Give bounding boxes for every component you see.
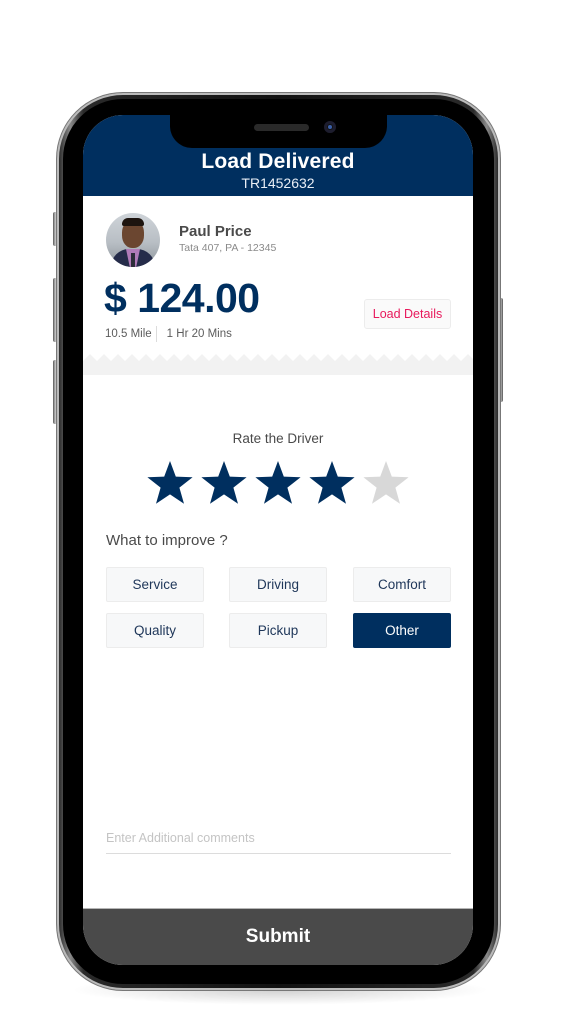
load-id: TR1452632 [241,175,315,191]
star-filled-icon[interactable] [254,460,302,506]
trip-distance: 10.5 Mile [105,328,152,340]
comments-input[interactable] [106,823,451,854]
improve-option-service[interactable]: Service [106,567,204,602]
front-camera-icon [324,121,336,133]
improve-option-pickup[interactable]: Pickup [229,613,327,648]
avatar-tie-shape [131,253,135,267]
meta-divider [155,326,157,342]
avatar [106,213,160,267]
improve-option-driving[interactable]: Driving [229,567,327,602]
improve-option-comfort[interactable]: Comfort [353,567,451,602]
avatar-hair-shape [122,218,144,226]
star-rating[interactable] [146,460,410,506]
improve-option-other[interactable]: Other [353,613,451,648]
app-screen: Load Delivered TR1452632 Paul Price Tata… [83,115,473,965]
improve-option-quality[interactable]: Quality [106,613,204,648]
trip-meta: 10.5 Mile 1 Hr 20 Mins [105,326,232,342]
app-header: Load Delivered TR1452632 [83,115,473,196]
star-filled-icon[interactable] [308,460,356,506]
driver-name: Paul Price [179,223,252,240]
trip-duration: 1 Hr 20 Mins [166,328,232,340]
delivery-summary-card: Paul Price Tata 407, PA - 12345 $ 124.00… [83,196,473,375]
load-details-button[interactable]: Load Details [364,299,451,329]
rate-driver-label: Rate the Driver [232,431,324,446]
driver-address: Tata 407, PA - 12345 [179,242,277,254]
speaker-grille [254,124,309,131]
phone-notch [170,115,387,148]
improve-label: What to improve ? [106,532,228,549]
star-filled-icon[interactable] [200,460,248,506]
trip-amount: $ 124.00 [104,275,260,321]
star-empty-icon[interactable] [362,460,410,506]
page-title: Load Delivered [201,150,355,173]
submit-button[interactable]: Submit [83,908,473,965]
receipt-zigzag-edge [83,354,473,375]
star-filled-icon[interactable] [146,460,194,506]
